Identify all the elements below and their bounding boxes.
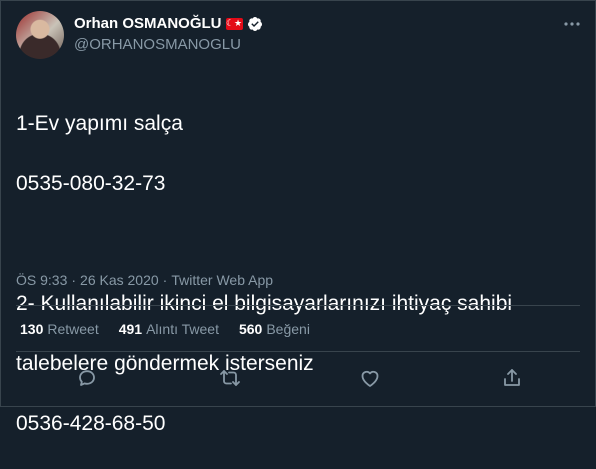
turkey-flag-icon: ☾★ [225, 17, 243, 30]
tweet-time[interactable]: ÖS 9:33 [16, 272, 67, 288]
avatar[interactable] [16, 11, 64, 59]
tweet-action-bar [0, 366, 596, 392]
divider [16, 351, 580, 352]
like-heart-icon[interactable] [358, 366, 382, 390]
tweet-text-line [16, 229, 512, 259]
retweet-stat[interactable]: 130 Retweet [20, 321, 99, 337]
divider [16, 305, 580, 306]
tweet-text-line: 2- Kullanılabilir ikinci el bilgisayarla… [16, 292, 513, 315]
share-icon[interactable] [500, 366, 524, 390]
tweet-text-line: 1-Ev yapımı salça [16, 112, 183, 135]
engagement-stats: 130 Retweet 491 Alıntı Tweet 560 Beğeni [20, 321, 310, 337]
tweet-date[interactable]: 26 Kas 2020 [80, 272, 159, 288]
like-stat[interactable]: 560 Beğeni [239, 321, 310, 337]
retweet-count: 130 [20, 321, 44, 337]
like-count: 560 [238, 321, 263, 337]
tweet-text-line: 0536-428-68-50 [16, 412, 166, 435]
tweet-text-line: 0535-080-32-73 [16, 172, 166, 195]
retweet-label: Retweet [47, 321, 99, 337]
reply-icon[interactable] [75, 366, 99, 390]
quote-tweet-count: 491 [118, 321, 143, 337]
retweet-icon[interactable] [218, 366, 242, 390]
quote-tweet-stat[interactable]: 491 Alıntı Tweet [119, 321, 219, 337]
quote-tweet-label: Alıntı Tweet [146, 321, 219, 337]
meta-separator: · [162, 272, 168, 288]
meta-separator: · [71, 272, 77, 288]
author-handle[interactable]: @ORHANOSMANOGLU [74, 36, 241, 53]
verified-badge-icon [247, 16, 263, 32]
author-display-name[interactable]: Orhan OSMANOĞLU [74, 15, 222, 32]
tweet-source[interactable]: Twitter Web App [171, 272, 273, 288]
like-label: Beğeni [266, 321, 310, 337]
more-options-icon[interactable] [560, 14, 584, 34]
author-name-row: Orhan OSMANOĞLU ☾★ [74, 15, 263, 32]
tweet-meta: ÖS 9:33 · 26 Kas 2020 · Twitter Web App [16, 272, 273, 288]
